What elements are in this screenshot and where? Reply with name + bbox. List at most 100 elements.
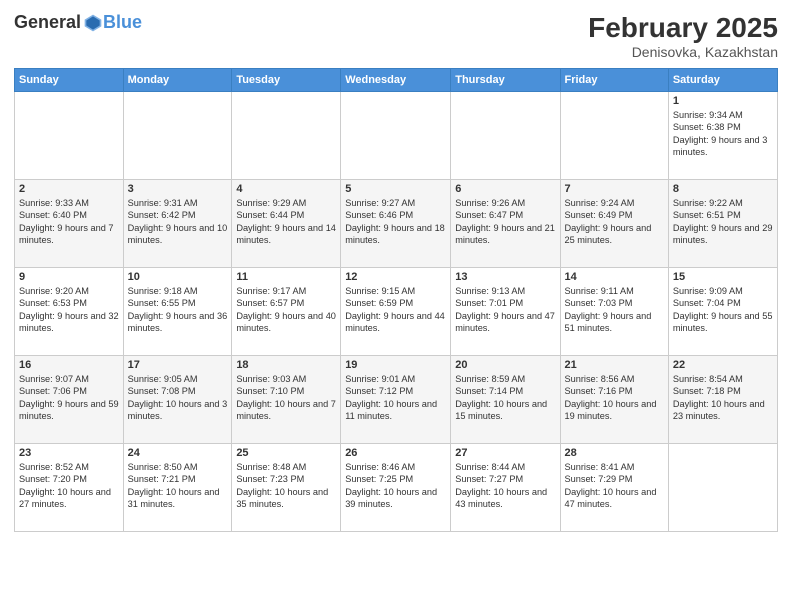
day-info: Sunrise: 9:27 AM Sunset: 6:46 PM Dayligh… [345,197,446,247]
calendar-body: 1 Sunrise: 9:34 AM Sunset: 6:38 PM Daylig… [15,92,778,532]
calendar-cell: 3 Sunrise: 9:31 AM Sunset: 6:42 PM Daylig… [123,180,232,268]
calendar-cell: 6 Sunrise: 9:26 AM Sunset: 6:47 PM Daylig… [451,180,560,268]
calendar-cell: 13 Sunrise: 9:13 AM Sunset: 7:01 PM Dayli… [451,268,560,356]
day-info: Sunrise: 9:13 AM Sunset: 7:01 PM Dayligh… [455,285,555,335]
day-info: Sunrise: 9:07 AM Sunset: 7:06 PM Dayligh… [19,373,119,423]
calendar-week-3: 16 Sunrise: 9:07 AM Sunset: 7:06 PM Dayli… [15,356,778,444]
day-info: Sunrise: 8:59 AM Sunset: 7:14 PM Dayligh… [455,373,555,423]
day-number: 18 [236,359,336,371]
calendar-title: February 2025 [588,12,778,44]
calendar-cell: 14 Sunrise: 9:11 AM Sunset: 7:03 PM Dayli… [560,268,668,356]
calendar-cell [341,92,451,180]
calendar-cell [123,92,232,180]
title-block: February 2025 Denisovka, Kazakhstan [588,12,778,60]
day-number: 9 [19,271,119,283]
day-number: 24 [128,447,228,459]
calendar-table: SundayMondayTuesdayWednesdayThursdayFrid… [14,68,778,532]
day-info: Sunrise: 8:46 AM Sunset: 7:25 PM Dayligh… [345,461,446,511]
day-number: 1 [673,95,773,107]
day-info: Sunrise: 9:31 AM Sunset: 6:42 PM Dayligh… [128,197,228,247]
day-info: Sunrise: 8:54 AM Sunset: 7:18 PM Dayligh… [673,373,773,423]
calendar-cell: 15 Sunrise: 9:09 AM Sunset: 7:04 PM Dayli… [668,268,777,356]
calendar-cell: 2 Sunrise: 9:33 AM Sunset: 6:40 PM Daylig… [15,180,124,268]
calendar-cell: 7Sunrise: 9:24 AM Sunset: 6:49 PM Daylig… [560,180,668,268]
calendar-cell: 18 Sunrise: 9:03 AM Sunset: 7:10 PM Dayli… [232,356,341,444]
header-day-saturday: Saturday [668,69,777,92]
page: General Blue February 2025 Denisovka, Ka… [0,0,792,612]
day-info: Sunrise: 9:09 AM Sunset: 7:04 PM Dayligh… [673,285,773,335]
day-info: Sunrise: 9:20 AM Sunset: 6:53 PM Dayligh… [19,285,119,335]
header: General Blue February 2025 Denisovka, Ka… [14,12,778,60]
day-info: Sunrise: 9:15 AM Sunset: 6:59 PM Dayligh… [345,285,446,335]
calendar-week-0: 1 Sunrise: 9:34 AM Sunset: 6:38 PM Daylig… [15,92,778,180]
calendar-cell: 22 Sunrise: 8:54 AM Sunset: 7:18 PM Dayli… [668,356,777,444]
logo: General Blue [14,12,142,33]
header-day-sunday: Sunday [15,69,124,92]
calendar-cell: 20 Sunrise: 8:59 AM Sunset: 7:14 PM Dayli… [451,356,560,444]
day-number: 2 [19,183,119,195]
day-number: 7 [565,183,664,195]
day-number: 4 [236,183,336,195]
day-info: Sunrise: 9:05 AM Sunset: 7:08 PM Dayligh… [128,373,228,423]
logo-general: General [14,12,81,33]
day-info: Sunrise: 9:03 AM Sunset: 7:10 PM Dayligh… [236,373,336,423]
day-number: 5 [345,183,446,195]
day-info: Sunrise: 9:34 AM Sunset: 6:38 PM Dayligh… [673,109,773,159]
day-info: Sunrise: 9:33 AM Sunset: 6:40 PM Dayligh… [19,197,119,247]
day-number: 14 [565,271,664,283]
calendar-cell [668,444,777,532]
calendar-week-4: 23Sunrise: 8:52 AM Sunset: 7:20 PM Dayli… [15,444,778,532]
calendar-week-1: 2 Sunrise: 9:33 AM Sunset: 6:40 PM Daylig… [15,180,778,268]
day-number: 3 [128,183,228,195]
calendar-cell: 26Sunrise: 8:46 AM Sunset: 7:25 PM Dayli… [341,444,451,532]
day-number: 6 [455,183,555,195]
day-number: 8 [673,183,773,195]
calendar-cell [560,92,668,180]
logo-blue: Blue [103,12,142,33]
day-number: 16 [19,359,119,371]
calendar-cell: 5 Sunrise: 9:27 AM Sunset: 6:46 PM Daylig… [341,180,451,268]
header-row: SundayMondayTuesdayWednesdayThursdayFrid… [15,69,778,92]
day-number: 19 [345,359,446,371]
header-day-wednesday: Wednesday [341,69,451,92]
day-number: 15 [673,271,773,283]
day-info: Sunrise: 8:52 AM Sunset: 7:20 PM Dayligh… [19,461,119,511]
header-day-friday: Friday [560,69,668,92]
day-number: 11 [236,271,336,283]
day-info: Sunrise: 9:22 AM Sunset: 6:51 PM Dayligh… [673,197,773,247]
day-number: 28 [565,447,664,459]
day-info: Sunrise: 8:56 AM Sunset: 7:16 PM Dayligh… [565,373,664,423]
calendar-cell: 1 Sunrise: 9:34 AM Sunset: 6:38 PM Daylig… [668,92,777,180]
calendar-cell [232,92,341,180]
day-info: Sunrise: 9:01 AM Sunset: 7:12 PM Dayligh… [345,373,446,423]
calendar-cell: 27Sunrise: 8:44 AM Sunset: 7:27 PM Dayli… [451,444,560,532]
day-info: Sunrise: 9:29 AM Sunset: 6:44 PM Dayligh… [236,197,336,247]
calendar-cell: 17Sunrise: 9:05 AM Sunset: 7:08 PM Dayli… [123,356,232,444]
day-number: 27 [455,447,555,459]
calendar-cell: 9 Sunrise: 9:20 AM Sunset: 6:53 PM Daylig… [15,268,124,356]
calendar-cell: 28 Sunrise: 8:41 AM Sunset: 7:29 PM Dayli… [560,444,668,532]
header-day-tuesday: Tuesday [232,69,341,92]
day-info: Sunrise: 8:41 AM Sunset: 7:29 PM Dayligh… [565,461,664,511]
calendar-week-2: 9 Sunrise: 9:20 AM Sunset: 6:53 PM Daylig… [15,268,778,356]
day-number: 22 [673,359,773,371]
calendar-cell: 19 Sunrise: 9:01 AM Sunset: 7:12 PM Dayli… [341,356,451,444]
calendar-cell: 16 Sunrise: 9:07 AM Sunset: 7:06 PM Dayli… [15,356,124,444]
calendar-cell: 25 Sunrise: 8:48 AM Sunset: 7:23 PM Dayli… [232,444,341,532]
day-info: Sunrise: 9:18 AM Sunset: 6:55 PM Dayligh… [128,285,228,335]
day-info: Sunrise: 8:48 AM Sunset: 7:23 PM Dayligh… [236,461,336,511]
day-number: 13 [455,271,555,283]
day-number: 20 [455,359,555,371]
calendar-subtitle: Denisovka, Kazakhstan [588,44,778,60]
day-info: Sunrise: 9:26 AM Sunset: 6:47 PM Dayligh… [455,197,555,247]
calendar-cell: 4 Sunrise: 9:29 AM Sunset: 6:44 PM Daylig… [232,180,341,268]
logo-icon [83,13,103,33]
day-info: Sunrise: 8:50 AM Sunset: 7:21 PM Dayligh… [128,461,228,511]
calendar-cell: 12Sunrise: 9:15 AM Sunset: 6:59 PM Dayli… [341,268,451,356]
day-info: Sunrise: 9:17 AM Sunset: 6:57 PM Dayligh… [236,285,336,335]
calendar-cell: 21Sunrise: 8:56 AM Sunset: 7:16 PM Dayli… [560,356,668,444]
day-number: 25 [236,447,336,459]
header-day-thursday: Thursday [451,69,560,92]
day-info: Sunrise: 9:11 AM Sunset: 7:03 PM Dayligh… [565,285,664,335]
calendar-cell: 8 Sunrise: 9:22 AM Sunset: 6:51 PM Daylig… [668,180,777,268]
